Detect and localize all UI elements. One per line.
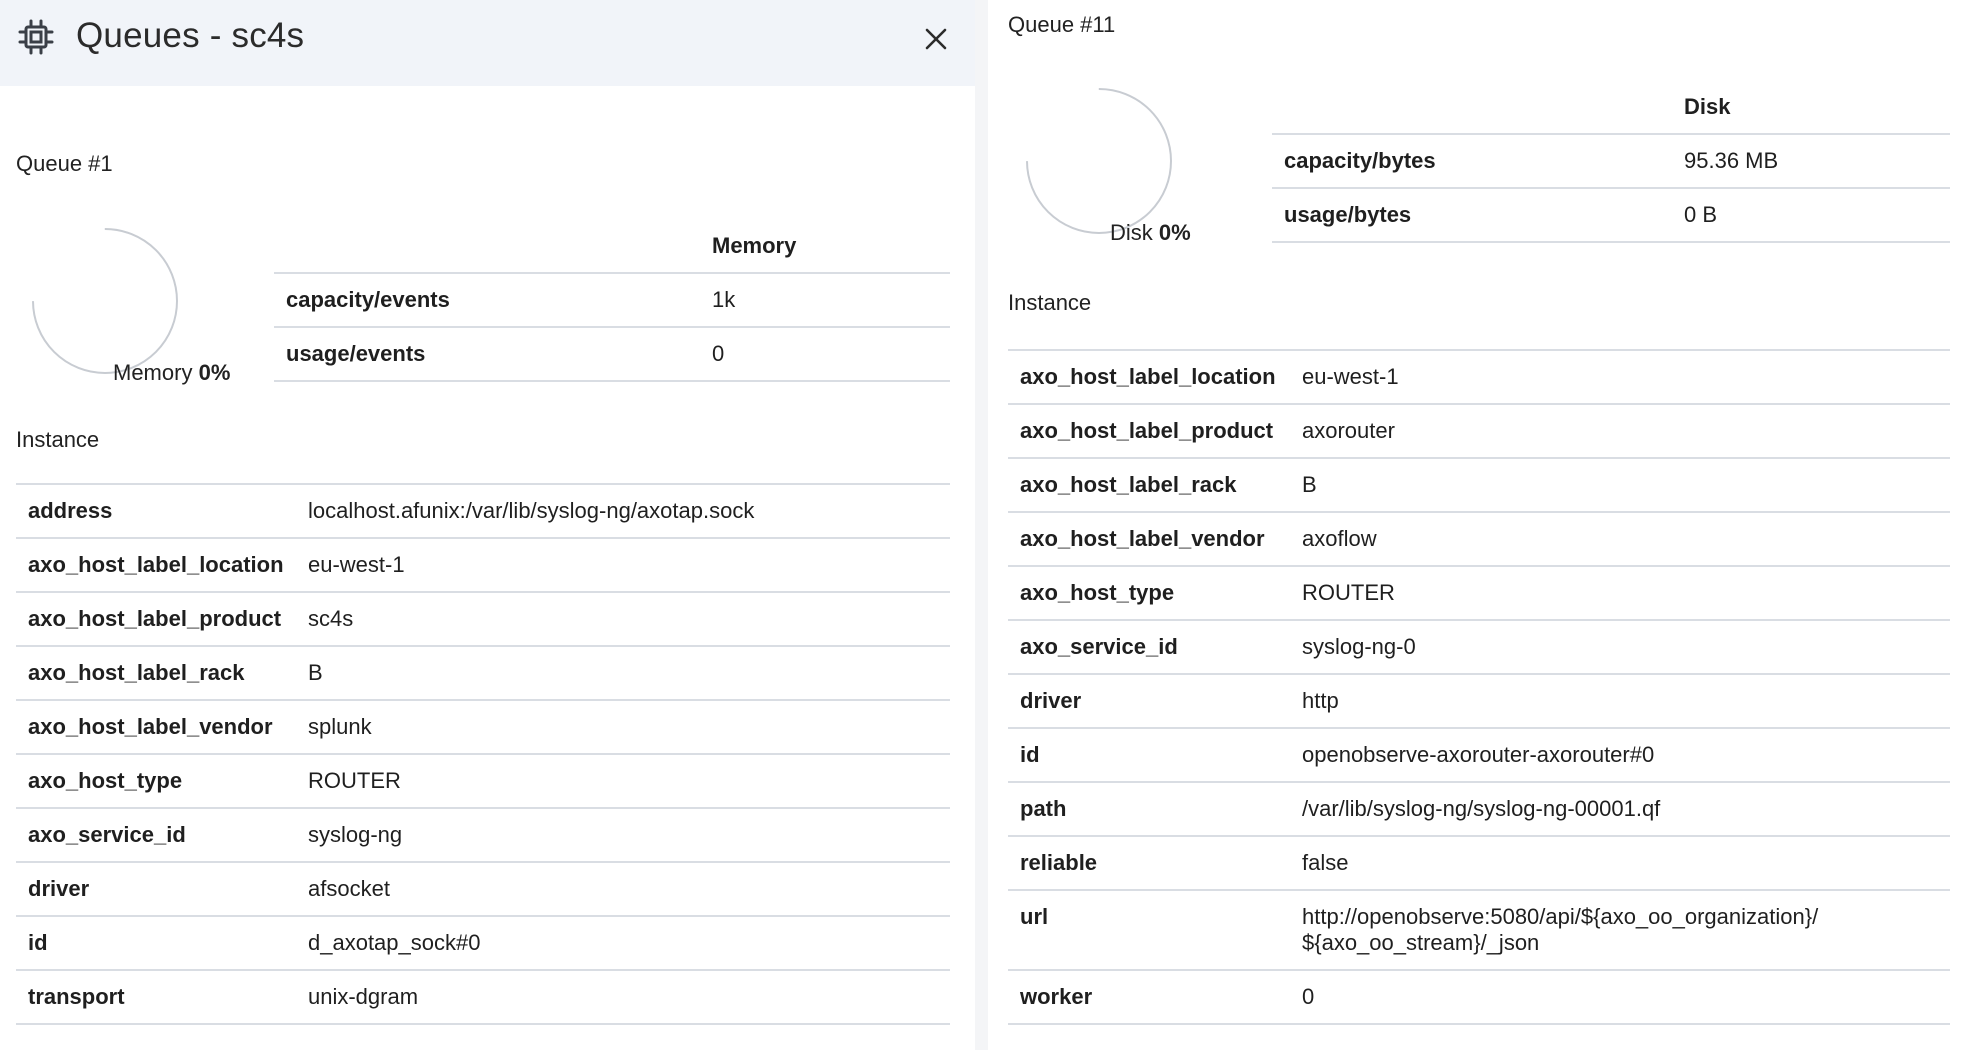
queue-title: Queue #11 <box>1008 12 1116 37</box>
row-value: false <box>1290 835 1950 890</box>
row-value-line: ${axo_oo_stream}/_json <box>1302 930 1540 955</box>
row-value: eu-west-1 <box>1290 349 1950 404</box>
table-row: worker 0 <box>1008 969 1950 1025</box>
row-key: transport <box>16 969 296 1025</box>
gauge-label: Disk 0% <box>1110 220 1191 245</box>
row-key: driver <box>1008 673 1290 728</box>
row-key: axo_host_label_product <box>1008 403 1290 458</box>
row-key: axo_host_label_rack <box>1008 457 1290 512</box>
instance-label: Instance <box>1008 290 1092 315</box>
table-row: address localhost.afunix:/var/lib/syslog-… <box>16 483 950 538</box>
table-row: transport unix-dgram <box>16 969 950 1025</box>
table-row: usage/events 0 <box>274 326 950 382</box>
table-row: axo_host_label_vendor splunk <box>16 699 950 754</box>
instance-table-left: address localhost.afunix:/var/lib/syslog-… <box>16 483 950 1025</box>
table-row: axo_service_id syslog-ng-0 <box>1008 619 1950 674</box>
row-value: http <box>1290 673 1950 728</box>
row-value: openobserve-axorouter-axorouter#0 <box>1290 727 1950 782</box>
table-row: axo_host_label_product sc4s <box>16 591 950 646</box>
row-value: syslog-ng <box>296 807 950 862</box>
table-row: axo_host_type ROUTER <box>16 753 950 808</box>
row-key: address <box>16 483 296 538</box>
row-value: 0 <box>1290 969 1950 1025</box>
instance-table-right: axo_host_label_location eu-west-1 axo_host… <box>1008 349 1950 1025</box>
table-row: driver http <box>1008 673 1950 728</box>
close-icon[interactable] <box>924 27 948 51</box>
gauge-value: 0% <box>1158 220 1191 245</box>
row-key: id <box>16 915 296 970</box>
row-key: axo_host_label_location <box>16 537 296 592</box>
table-row: axo_host_type ROUTER <box>1008 565 1950 620</box>
table-row: url http://openobserve:5080/api/${axo_oo_… <box>1008 889 1950 970</box>
row-key: axo_service_id <box>16 807 296 862</box>
disk-gauge <box>1026 88 1172 234</box>
row-key: path <box>1008 781 1290 836</box>
row-value: d_axotap_sock#0 <box>296 915 950 970</box>
row-key: axo_host_label_location <box>1008 349 1290 404</box>
table-row: id openobserve-axorouter-axorouter#0 <box>1008 727 1950 782</box>
row-value: syslog-ng-0 <box>1290 619 1950 674</box>
row-key: axo_host_label_product <box>16 591 296 646</box>
close-button[interactable] <box>921 24 951 54</box>
row-value: /var/lib/syslog-ng/syslog-ng-00001.qf <box>1290 781 1950 836</box>
queues-panel-left: Queues - sc4s Queue #1 Memory 0% Memory … <box>0 0 975 1050</box>
usage-table: Disk capacity/bytes 95.36 MB usage/bytes… <box>1272 81 1950 243</box>
row-key: axo_host_type <box>16 753 296 808</box>
table-row: axo_host_label_vendor axoflow <box>1008 511 1950 566</box>
row-value: localhost.afunix:/var/lib/syslog-ng/axot… <box>296 483 950 538</box>
row-key: axo_host_label_vendor <box>1008 511 1290 566</box>
row-value: B <box>1290 457 1950 512</box>
table-row: path/var/lib/syslog-ng/syslog-ng-00001.q… <box>1008 781 1950 836</box>
row-value: B <box>296 645 950 700</box>
table-row: usage/bytes 0 B <box>1272 187 1950 243</box>
memory-gauge <box>32 228 178 374</box>
queue-title: Queue #1 <box>16 151 113 176</box>
table-row: capacity/bytes 95.36 MB <box>1272 133 1950 188</box>
row-key: url <box>1008 889 1290 970</box>
table-row: axo_host_label_rack B <box>16 645 950 700</box>
row-value: axorouter <box>1290 403 1950 458</box>
row-key: reliable <box>1008 835 1290 890</box>
row-key: id <box>1008 727 1290 782</box>
row-value: http://openobserve:5080/api/${axo_oo_org… <box>1290 889 1950 970</box>
table-row: id d_axotap_sock#0 <box>16 915 950 970</box>
gauge-label: Memory 0% <box>113 360 231 385</box>
table-row: axo_service_id syslog-ng <box>16 807 950 862</box>
row-key: axo_host_label_rack <box>16 645 296 700</box>
row-value: eu-west-1 <box>296 537 950 592</box>
row-key: axo_host_type <box>1008 565 1290 620</box>
column-header: Memory <box>712 233 797 258</box>
row-value: ROUTER <box>296 753 950 808</box>
row-value: unix-dgram <box>296 969 950 1025</box>
instance-label: Instance <box>16 427 100 452</box>
panel-header: Queues - sc4s <box>0 0 975 86</box>
table-row: axo_host_label_rack B <box>1008 457 1950 512</box>
table-row: driver afsocket <box>16 861 950 916</box>
column-header: Disk <box>1684 94 1731 119</box>
row-value: splunk <box>296 699 950 754</box>
row-key: worker <box>1008 969 1290 1025</box>
table-row: capacity/events 1k <box>274 272 950 327</box>
row-value: afsocket <box>296 861 950 916</box>
row-key: axo_host_label_vendor <box>16 699 296 754</box>
row-value: sc4s <box>296 591 950 646</box>
usage-table: Memory capacity/events 1k usage/events 0 <box>274 220 950 382</box>
row-value: ROUTER <box>1290 565 1950 620</box>
row-value-line: http://openobserve:5080/api/${axo_oo_org… <box>1302 904 1819 929</box>
chip-icon <box>18 19 54 55</box>
gauge-value: 0% <box>198 360 231 385</box>
row-key: driver <box>16 861 296 916</box>
row-value: axoflow <box>1290 511 1950 566</box>
row-key: axo_service_id <box>1008 619 1290 674</box>
table-row: axo_host_label_product axorouter <box>1008 403 1950 458</box>
table-row: axo_host_label_location eu-west-1 <box>16 537 950 592</box>
table-row: reliable false <box>1008 835 1950 890</box>
page-title: Queues - sc4s <box>76 16 305 55</box>
table-row: axo_host_label_location eu-west-1 <box>1008 349 1950 404</box>
queue-panel-right: Queue #11 Disk 0% Disk capacity/bytes 95… <box>988 0 1971 1050</box>
